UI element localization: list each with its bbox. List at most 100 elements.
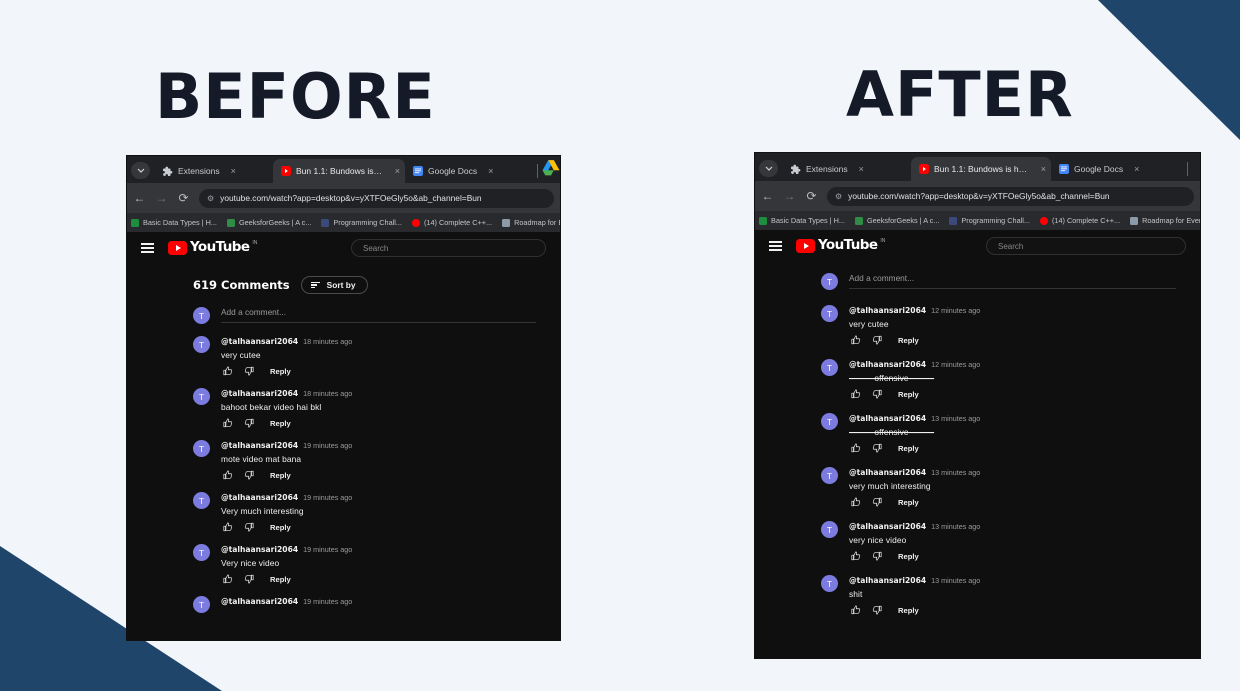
- tab-close-icon[interactable]: ×: [859, 164, 864, 174]
- address-bar[interactable]: ⚙ youtube.com/watch?app=desktop&v=yXTFOe…: [827, 186, 1194, 206]
- thumbs-up-icon[interactable]: [851, 551, 861, 561]
- thumbs-down-icon[interactable]: [872, 497, 882, 507]
- thumbs-down-icon[interactable]: [872, 443, 882, 453]
- thumbs-up-icon[interactable]: [223, 366, 233, 376]
- bookmark-item[interactable]: (14) Complete C++...: [411, 218, 492, 227]
- bookmark-favicon: [759, 216, 767, 225]
- bookmark-item[interactable]: (14) Complete C++...: [1039, 216, 1120, 225]
- hamburger-menu-icon[interactable]: [769, 241, 782, 251]
- reply-button[interactable]: Reply: [898, 444, 919, 453]
- after-youtube-page: YouTube IN Search T Add a comment... T @…: [755, 230, 1200, 658]
- add-comment-field[interactable]: Add a comment...: [221, 307, 560, 323]
- forward-button[interactable]: →: [155, 191, 168, 205]
- bookmark-item[interactable]: Roadmap for Everyo...: [502, 218, 560, 227]
- youtube-logo[interactable]: YouTube IN: [168, 240, 257, 255]
- reply-button[interactable]: Reply: [898, 552, 919, 561]
- thumbs-down-icon[interactable]: [872, 551, 882, 561]
- youtube-search-input[interactable]: Search: [351, 239, 546, 257]
- reply-button[interactable]: Reply: [898, 498, 919, 507]
- bookmark-item[interactable]: Programming Chall...: [321, 218, 402, 227]
- reload-button[interactable]: ⟳: [805, 189, 818, 203]
- comment-author[interactable]: @talhaansari2064: [849, 468, 926, 477]
- comment-author[interactable]: @talhaansari2064: [849, 360, 926, 369]
- before-browser-window: Extensions × Bun 1.1: Bundows is here - …: [126, 155, 561, 641]
- thumbs-up-icon[interactable]: [851, 497, 861, 507]
- thumbs-up-icon[interactable]: [851, 389, 861, 399]
- reply-button[interactable]: Reply: [898, 390, 919, 399]
- thumbs-down-icon[interactable]: [244, 366, 254, 376]
- reply-button[interactable]: Reply: [898, 606, 919, 615]
- youtube-search-input[interactable]: Search: [986, 237, 1186, 255]
- avatar: T: [193, 596, 210, 613]
- reply-button[interactable]: Reply: [270, 523, 291, 532]
- tab-youtube-bun[interactable]: Bun 1.1: Bundows is here - You ×: [911, 157, 1051, 181]
- comment-author[interactable]: @talhaansari2064: [849, 576, 926, 585]
- comment-author[interactable]: @talhaansari2064: [221, 545, 298, 554]
- tab-close-icon[interactable]: ×: [1041, 164, 1046, 174]
- tab-close-icon[interactable]: ×: [488, 166, 493, 176]
- thumbs-up-icon[interactable]: [223, 522, 233, 532]
- reply-button[interactable]: Reply: [898, 336, 919, 345]
- thumbs-up-icon[interactable]: [223, 470, 233, 480]
- add-comment-field[interactable]: Add a comment...: [849, 273, 1200, 289]
- comment-author[interactable]: @talhaansari2064: [221, 441, 298, 450]
- thumbs-up-icon[interactable]: [851, 605, 861, 615]
- reply-button[interactable]: Reply: [270, 419, 291, 428]
- comment-author[interactable]: @talhaansari2064: [221, 389, 298, 398]
- thumbs-up-icon[interactable]: [223, 418, 233, 428]
- address-bar[interactable]: ⚙ youtube.com/watch?app=desktop&v=yXTFOe…: [199, 188, 554, 208]
- reply-button[interactable]: Reply: [270, 471, 291, 480]
- tab-close-icon[interactable]: ×: [231, 166, 236, 176]
- thumbs-down-icon[interactable]: [244, 522, 254, 532]
- thumbs-down-icon[interactable]: [244, 470, 254, 480]
- comment-item: T @talhaansari2064 19 minutes ago: [127, 584, 560, 613]
- back-button[interactable]: ←: [133, 191, 146, 205]
- thumbs-up-icon[interactable]: [851, 335, 861, 345]
- comment-time: 13 minutes ago: [931, 576, 981, 585]
- comment-item: T @talhaansari2064 19 minutes ago mote v…: [127, 428, 560, 480]
- thumbs-down-icon[interactable]: [872, 335, 882, 345]
- tab-close-icon[interactable]: ×: [1134, 164, 1139, 174]
- tab-extensions[interactable]: Extensions ×: [783, 157, 911, 181]
- bookmark-item[interactable]: GeeksforGeeks | A c...: [226, 218, 311, 227]
- bookmark-item[interactable]: Basic Data Types | H...: [131, 218, 217, 227]
- thumbs-down-icon[interactable]: [872, 605, 882, 615]
- thumbs-down-icon[interactable]: [244, 574, 254, 584]
- tab-separator: [537, 164, 538, 178]
- youtube-wordmark: YouTube: [818, 237, 878, 254]
- reply-button[interactable]: Reply: [270, 367, 291, 376]
- comment-author[interactable]: @talhaansari2064: [849, 522, 926, 531]
- comment-author[interactable]: @talhaansari2064: [849, 414, 926, 423]
- thumbs-up-icon[interactable]: [851, 443, 861, 453]
- reply-button[interactable]: Reply: [270, 575, 291, 584]
- comment-author[interactable]: @talhaansari2064: [221, 337, 298, 346]
- forward-button[interactable]: →: [783, 189, 796, 203]
- tab-search-chevron-icon[interactable]: [131, 162, 150, 179]
- tab-google-docs[interactable]: Google Docs ×: [1051, 157, 1183, 181]
- bookmark-item[interactable]: Basic Data Types | H...: [759, 216, 845, 225]
- tab-youtube-bun[interactable]: Bun 1.1: Bundows is here - You ×: [273, 159, 405, 183]
- tab-extensions[interactable]: Extensions ×: [155, 159, 273, 183]
- add-comment-row[interactable]: T Add a comment...: [755, 262, 1200, 290]
- bookmark-item[interactable]: Roadmap for Everyo...: [1130, 216, 1200, 225]
- comment-author[interactable]: @talhaansari2064: [221, 493, 298, 502]
- add-comment-row[interactable]: T Add a comment...: [127, 294, 560, 324]
- site-settings-icon[interactable]: ⚙: [835, 192, 842, 201]
- bookmark-item[interactable]: Programming Chall...: [949, 216, 1030, 225]
- thumbs-up-icon[interactable]: [223, 574, 233, 584]
- hamburger-menu-icon[interactable]: [141, 243, 154, 253]
- drive-icon[interactable]: [542, 159, 560, 177]
- tab-search-chevron-icon[interactable]: [759, 160, 778, 177]
- reload-button[interactable]: ⟳: [177, 191, 190, 205]
- back-button[interactable]: ←: [761, 189, 774, 203]
- youtube-logo[interactable]: YouTube IN: [796, 237, 885, 254]
- thumbs-down-icon[interactable]: [872, 389, 882, 399]
- tab-close-icon[interactable]: ×: [395, 166, 400, 176]
- sort-by-button[interactable]: Sort by: [300, 276, 368, 294]
- site-settings-icon[interactable]: ⚙: [207, 194, 214, 203]
- comment-author[interactable]: @talhaansari2064: [221, 597, 298, 606]
- bookmark-item[interactable]: GeeksforGeeks | A c...: [854, 216, 939, 225]
- tab-google-docs[interactable]: Google Docs ×: [405, 159, 533, 183]
- thumbs-down-icon[interactable]: [244, 418, 254, 428]
- comment-author[interactable]: @talhaansari2064: [849, 306, 926, 315]
